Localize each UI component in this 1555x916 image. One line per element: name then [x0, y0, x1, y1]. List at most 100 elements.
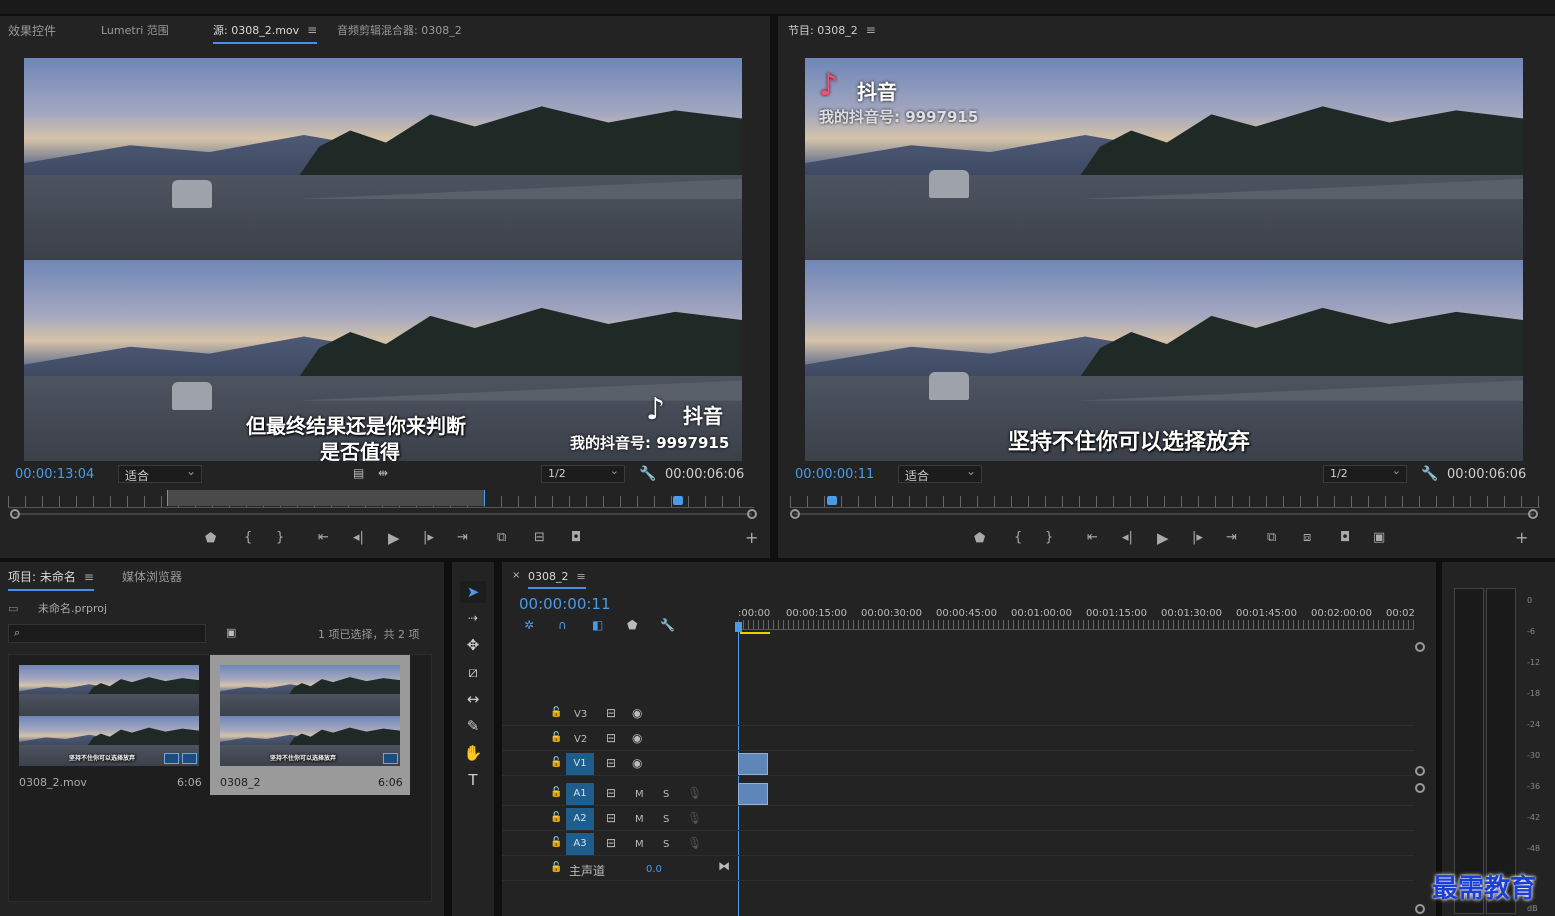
sync-lock-icon[interactable]: ⊟: [606, 756, 616, 770]
wrench-icon[interactable]: 🔧: [1421, 466, 1438, 482]
v-scroll-handle[interactable]: [1415, 766, 1425, 776]
source-timecode[interactable]: 00:00:13:04: [15, 467, 94, 482]
step-forward-icon[interactable]: |▸: [423, 530, 434, 545]
play-icon[interactable]: ▶: [1157, 529, 1169, 547]
sync-lock-icon[interactable]: ⊟: [606, 706, 616, 720]
timeline-timecode[interactable]: 00:00:00:11: [519, 595, 611, 613]
step-back-icon[interactable]: ◂|: [1122, 530, 1133, 545]
track-select-tool-icon[interactable]: ⇢: [460, 607, 486, 629]
fit-dropdown[interactable]: 适合: [898, 464, 982, 483]
project-item-clip[interactable]: 坚持不住你可以选择放弃 0308_2.mov 6:06: [9, 655, 209, 795]
eye-icon[interactable]: ◉: [632, 706, 642, 720]
menu-icon[interactable]: ≡: [866, 23, 876, 37]
insert-icon[interactable]: ⧉: [497, 530, 506, 545]
sync-lock-icon[interactable]: ⊟: [606, 731, 616, 745]
tab-sequence[interactable]: 0308_2 ≡: [528, 570, 586, 589]
mic-icon[interactable]: 🎙: [687, 811, 702, 825]
timeline-ruler[interactable]: :00:00 00:00:15:00 00:00:30:00 00:00:45:…: [738, 604, 1415, 636]
type-tool-icon[interactable]: T: [460, 769, 486, 791]
step-back-icon[interactable]: ◂|: [353, 530, 364, 545]
overwrite-icon[interactable]: ⊟: [534, 530, 545, 545]
go-to-out-icon[interactable]: ⇥: [457, 530, 468, 545]
wrench-icon[interactable]: 🔧: [639, 466, 656, 482]
razor-tool-icon[interactable]: ⧄: [460, 661, 486, 683]
mic-icon[interactable]: 🎙: [687, 836, 702, 850]
tab-lumetri-scopes[interactable]: Lumetri 范围: [101, 22, 169, 38]
solo-button[interactable]: S: [663, 814, 669, 825]
track-target-a1[interactable]: A1: [566, 783, 594, 805]
in-out-range[interactable]: [167, 490, 485, 506]
export-frame-small-icon[interactable]: ▤: [353, 466, 364, 480]
tab-program[interactable]: 节目: 0308_2 ≡: [788, 22, 876, 38]
add-button-icon[interactable]: +: [745, 528, 758, 547]
drag-audio-icon[interactable]: ⇹: [378, 466, 388, 480]
scroll-handle-left[interactable]: [790, 509, 800, 519]
solo-button[interactable]: S: [663, 789, 669, 800]
video-clip[interactable]: [738, 753, 768, 775]
add-marker-icon[interactable]: ⬟: [627, 618, 637, 632]
menu-icon[interactable]: ≡: [577, 570, 586, 583]
lock-icon[interactable]: 🔓: [550, 757, 562, 768]
lock-icon[interactable]: 🔓: [550, 707, 562, 718]
eye-icon[interactable]: ◉: [632, 756, 642, 770]
compare-view-icon[interactable]: ▣: [1373, 530, 1385, 545]
tab-effect-controls[interactable]: 效果控件: [8, 22, 56, 39]
snap-icon[interactable]: ∩: [558, 618, 567, 632]
project-item-sequence[interactable]: 坚持不住你可以选择放弃 0308_2 6:06: [210, 655, 410, 795]
timeline-settings-icon[interactable]: 🔧: [660, 618, 675, 632]
mark-in-icon[interactable]: {: [244, 530, 252, 545]
camera-icon[interactable]: ◘: [571, 530, 581, 545]
go-to-end-icon[interactable]: ⧓: [718, 859, 730, 873]
go-to-in-icon[interactable]: ⇤: [1087, 530, 1098, 545]
play-icon[interactable]: ▶: [388, 529, 400, 547]
step-forward-icon[interactable]: |▸: [1192, 530, 1203, 545]
master-volume[interactable]: 0.0: [646, 864, 662, 875]
mark-out-icon[interactable]: }: [1045, 530, 1053, 545]
v-scroll-handle[interactable]: [1415, 642, 1425, 652]
sync-lock-icon[interactable]: ⊟: [606, 836, 616, 850]
mute-button[interactable]: M: [635, 814, 644, 825]
program-scroll-track[interactable]: [794, 513, 1534, 515]
lock-icon[interactable]: 🔓: [550, 837, 562, 848]
add-marker-icon[interactable]: ⬟: [974, 531, 985, 546]
tab-project[interactable]: 项目: 未命名 ≡: [8, 568, 94, 591]
scroll-handle-left[interactable]: [10, 509, 20, 519]
pen-tool-icon[interactable]: ✎: [460, 715, 486, 737]
resolution-dropdown[interactable]: 1/2: [541, 464, 625, 483]
source-scroll-track[interactable]: [14, 513, 752, 515]
audio-clip[interactable]: [738, 783, 768, 805]
extract-icon[interactable]: ⧈: [1303, 530, 1311, 545]
program-timecode[interactable]: 00:00:00:11: [795, 467, 874, 482]
work-area-bar[interactable]: [740, 632, 770, 634]
scroll-handle-right[interactable]: [1528, 509, 1538, 519]
lock-icon[interactable]: 🔓: [550, 732, 562, 743]
program-playhead[interactable]: [827, 496, 837, 505]
linked-selection-icon[interactable]: ◧: [592, 618, 603, 632]
new-bin-icon[interactable]: ▣: [226, 626, 236, 639]
lift-icon[interactable]: ⧉: [1267, 530, 1276, 545]
nest-icon[interactable]: ✲: [524, 618, 534, 632]
mic-icon[interactable]: 🎙: [687, 786, 702, 800]
close-icon[interactable]: ×: [512, 570, 520, 581]
mark-in-icon[interactable]: {: [1014, 530, 1022, 545]
tab-source[interactable]: 源: 0308_2.mov ≡: [213, 22, 318, 44]
track-target-a3[interactable]: A3: [566, 833, 594, 855]
sync-lock-icon[interactable]: ⊟: [606, 786, 616, 800]
add-marker-icon[interactable]: ⬟: [205, 531, 216, 546]
resolution-dropdown[interactable]: 1/2: [1323, 464, 1407, 483]
track-target-a2[interactable]: A2: [566, 808, 594, 830]
camera-icon[interactable]: ◘: [1340, 530, 1350, 545]
tab-media-browser[interactable]: 媒体浏览器: [122, 568, 182, 585]
mark-out-icon[interactable]: }: [276, 530, 284, 545]
project-search-input[interactable]: [8, 624, 206, 643]
sync-lock-icon[interactable]: ⊟: [606, 811, 616, 825]
menu-icon[interactable]: ≡: [84, 570, 94, 584]
menu-icon[interactable]: ≡: [307, 23, 317, 37]
v-scroll-handle[interactable]: [1415, 783, 1425, 793]
tab-audio-clip-mixer[interactable]: 音频剪辑混合器: 0308_2: [337, 22, 462, 38]
lock-icon[interactable]: 🔓: [550, 787, 562, 798]
go-to-in-icon[interactable]: ⇤: [318, 530, 329, 545]
ripple-edit-tool-icon[interactable]: ✥: [460, 634, 486, 656]
solo-button[interactable]: S: [663, 839, 669, 850]
selection-tool-icon[interactable]: ➤: [460, 581, 486, 603]
